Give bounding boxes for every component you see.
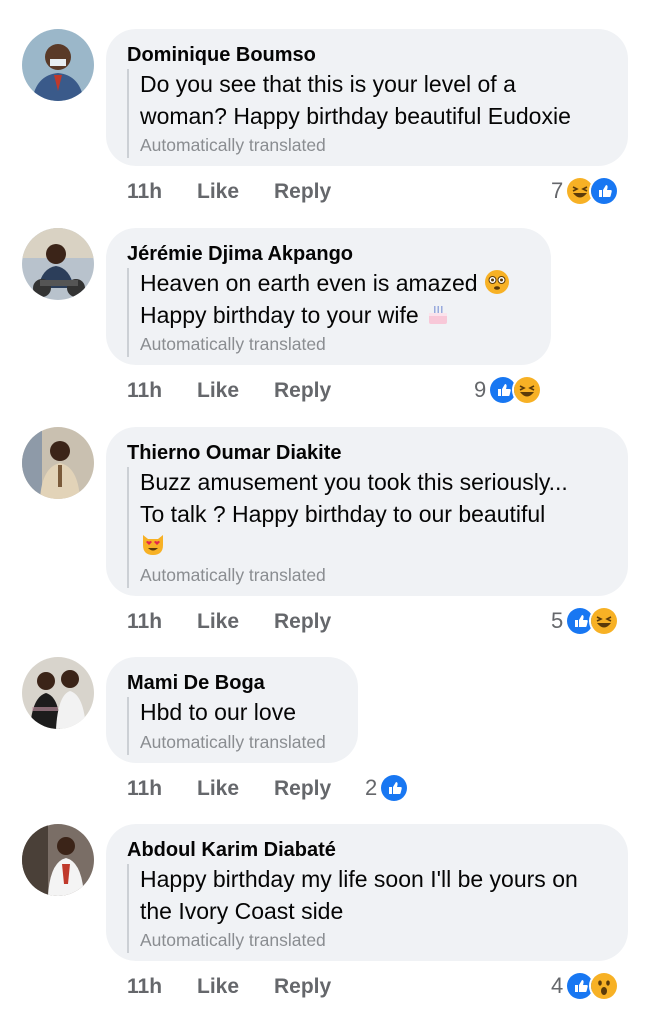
comment-text-line: Hbd to our love — [140, 699, 296, 725]
comment-text-line: Buzz amusement you took this seriously..… — [140, 469, 568, 495]
reply-button[interactable]: Reply — [274, 379, 331, 403]
heart-eyes-cat-icon — [140, 531, 166, 557]
reply-button[interactable]: Reply — [274, 180, 331, 204]
comment-actions: 11h Like Reply — [127, 971, 331, 1003]
comment-author[interactable]: Jérémie Djima Akpango — [127, 242, 529, 266]
translated-label[interactable]: Automatically translated — [140, 562, 606, 588]
comment-time[interactable]: 11h — [127, 975, 197, 999]
wow-icon — [589, 971, 620, 1001]
avatar[interactable] — [22, 228, 94, 300]
like-icon — [589, 176, 620, 206]
reaction-summary[interactable]: 9 — [474, 373, 543, 407]
haha-icon — [512, 375, 543, 405]
avatar[interactable] — [22, 824, 94, 896]
comment-bubble[interactable]: Dominique Boumso Do you see that this is… — [106, 29, 628, 166]
birthday-cake-icon — [425, 301, 451, 327]
comment-body: Do you see that this is your level of a … — [127, 69, 606, 158]
comment-author[interactable]: Thierno Oumar Diakite — [127, 441, 606, 465]
comment-text-line: To talk ? Happy birthday to our beautifu… — [140, 500, 546, 527]
comment-text: Heaven on earth even is amazed — [140, 270, 478, 296]
reaction-count: 2 — [365, 775, 378, 800]
reaction-count: 5 — [551, 608, 564, 633]
reaction-count: 4 — [551, 973, 564, 998]
like-button[interactable]: Like — [197, 180, 274, 204]
comment-actions: 11h Like Reply — [127, 773, 331, 805]
comment-bubble[interactable]: Jérémie Djima Akpango Heaven on earth ev… — [106, 228, 551, 365]
comment-body: Heaven on earth even is amazed Happy bir… — [127, 268, 529, 357]
comment-time[interactable]: 11h — [127, 610, 197, 634]
haha-icon — [589, 606, 620, 636]
comment-bubble[interactable]: Mami De Boga Hbd to our love Automatical… — [106, 657, 358, 763]
comment-actions: 11h Like Reply — [127, 375, 331, 407]
avatar[interactable] — [22, 427, 94, 499]
comment-actions: 11h Like Reply — [127, 176, 331, 208]
like-button[interactable]: Like — [197, 379, 274, 403]
comment-author[interactable]: Abdoul Karim Diabaté — [127, 838, 606, 862]
like-icon — [379, 773, 410, 803]
translated-label[interactable]: Automatically translated — [140, 331, 529, 357]
translated-label[interactable]: Automatically translated — [140, 927, 606, 953]
comment-text-line: the Ivory Coast side — [140, 897, 344, 924]
comment-author[interactable]: Mami De Boga — [127, 671, 336, 695]
comment-time[interactable]: 11h — [127, 379, 197, 403]
comment-text-line: Do you see that this is your level of a — [140, 71, 516, 97]
like-button[interactable]: Like — [197, 777, 274, 801]
reaction-count: 7 — [551, 178, 564, 203]
reaction-summary[interactable]: 2 — [365, 771, 410, 805]
comment-actions: 11h Like Reply — [127, 606, 331, 638]
comment-text-line — [140, 530, 606, 562]
translated-label[interactable]: Automatically translated — [140, 132, 606, 158]
reaction-summary[interactable]: 7 — [551, 174, 620, 208]
comment-bubble[interactable]: Thierno Oumar Diakite Buzz amusement you… — [106, 427, 628, 596]
avatar[interactable] — [22, 29, 94, 101]
reply-button[interactable]: Reply — [274, 975, 331, 999]
avatar[interactable] — [22, 657, 94, 729]
reaction-summary[interactable]: 4 — [551, 969, 620, 1003]
comment-text-line: Happy birthday to your wife — [140, 300, 529, 332]
reaction-summary[interactable]: 5 — [551, 604, 620, 638]
comment-text-line: Happy birthday my life soon I'll be your… — [140, 866, 578, 892]
comment-body: Happy birthday my life soon I'll be your… — [127, 864, 606, 953]
translated-label[interactable]: Automatically translated — [140, 729, 336, 755]
comment-time[interactable]: 11h — [127, 180, 197, 204]
comment-text-line: Heaven on earth even is amazed — [140, 268, 529, 300]
like-button[interactable]: Like — [197, 975, 274, 999]
comment-body: Hbd to our love Automatically translated — [127, 697, 336, 755]
comment-text: Happy birthday to your wife — [140, 301, 419, 328]
comment-bubble[interactable]: Abdoul Karim Diabaté Happy birthday my l… — [106, 824, 628, 961]
reply-button[interactable]: Reply — [274, 777, 331, 801]
flushed-emoji-icon — [484, 269, 510, 295]
comment-text-line: woman? Happy birthday beautiful Eudoxie — [140, 102, 571, 129]
like-button[interactable]: Like — [197, 610, 274, 634]
comment-body: Buzz amusement you took this seriously..… — [127, 467, 606, 588]
comment-time[interactable]: 11h — [127, 777, 197, 801]
comment-author[interactable]: Dominique Boumso — [127, 43, 606, 67]
reply-button[interactable]: Reply — [274, 610, 331, 634]
reaction-count: 9 — [474, 377, 487, 402]
